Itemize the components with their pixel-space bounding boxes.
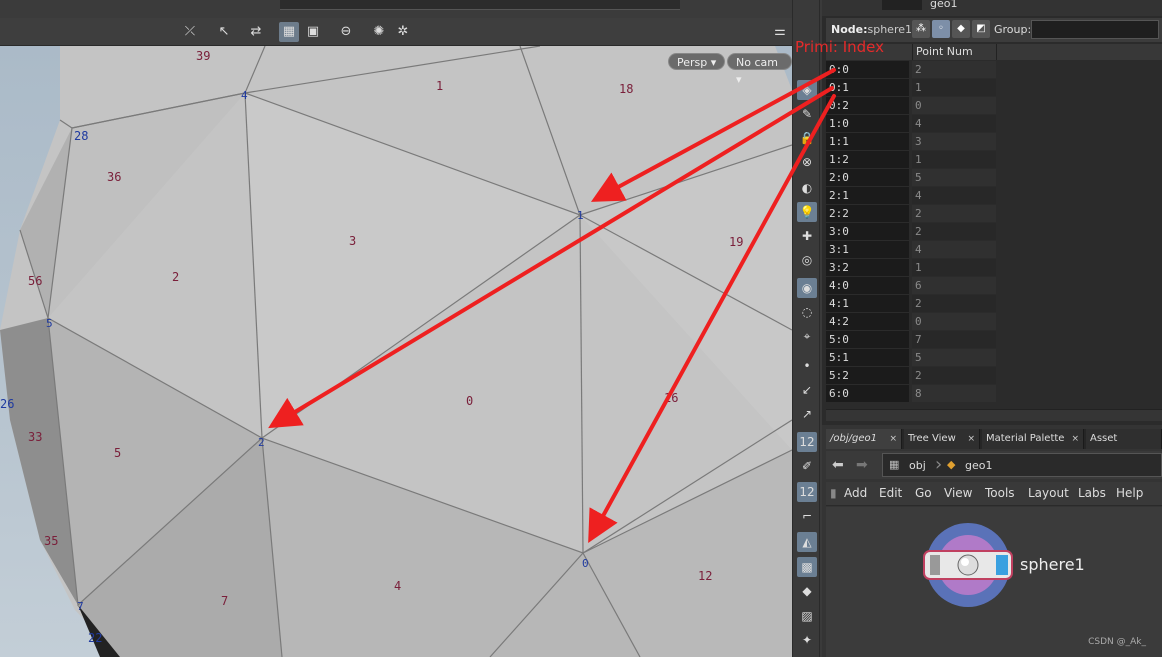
node-name-label[interactable]: sphere1: [1020, 555, 1085, 574]
pane-tabs: /obj/geo1 × Tree View × Material Palette × …: [826, 429, 1162, 464]
menu-go[interactable]: Go: [915, 486, 932, 500]
network-canvas[interactable]: sphere1 CSDN @_Ak_: [826, 507, 1162, 657]
network-menu-bar: ▮ Add Edit Go View Tools Layout Labs Hel…: [826, 482, 1162, 506]
network-editor: /obj/geo1 × Tree View × Material Palette × …: [822, 425, 1162, 657]
tab-obj-geo1[interactable]: /obj/geo1 ×: [826, 429, 902, 449]
back-arrow-icon[interactable]: ⬅: [832, 457, 844, 473]
tab-asset-browser[interactable]: Asset Browser: [1086, 429, 1162, 464]
menu-layout[interactable]: Layout: [1028, 486, 1069, 500]
menu-view[interactable]: View: [944, 486, 972, 500]
path-geo1[interactable]: geo1: [965, 459, 992, 472]
geo-icon: ◆: [947, 458, 956, 471]
menu-tools[interactable]: Tools: [985, 486, 1015, 500]
arrow-to-point-1: [590, 68, 836, 202]
menu-add[interactable]: Add: [844, 486, 867, 500]
path-breadcrumb[interactable]: ▦ obj › ◆ geo1: [882, 453, 1162, 477]
path-obj[interactable]: obj: [909, 459, 926, 472]
sphere-node-icon[interactable]: [920, 521, 1016, 611]
menu-handle: ▮: [830, 486, 837, 500]
obj-icon: ▦: [889, 458, 900, 471]
tab-material-palette[interactable]: Material Palette ×: [982, 429, 1084, 449]
menu-help[interactable]: Help: [1116, 486, 1143, 500]
close-icon[interactable]: ×: [1071, 429, 1079, 449]
menu-edit[interactable]: Edit: [879, 486, 902, 500]
chevron-right-icon: ›: [935, 454, 943, 475]
menu-labs[interactable]: Labs: [1078, 486, 1106, 500]
forward-arrow-icon[interactable]: ➡: [856, 457, 868, 473]
tab-tree-view[interactable]: Tree View ×: [904, 429, 980, 449]
arrow-to-point-2: [268, 86, 834, 429]
close-icon[interactable]: ×: [889, 429, 897, 449]
watermark: CSDN @_Ak_: [1088, 637, 1146, 647]
path-navigation-bar: ⬅ ➡ ▦ obj › ◆ geo1: [826, 451, 1162, 479]
close-icon[interactable]: ×: [967, 429, 975, 449]
